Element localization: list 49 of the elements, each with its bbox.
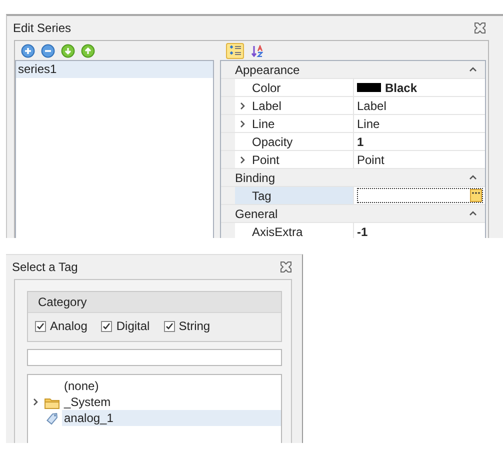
property-value: 1 <box>357 134 364 148</box>
property-name[interactable]: Label <box>235 97 354 114</box>
property-value: Label <box>357 98 386 112</box>
check-icon <box>164 322 174 330</box>
window-title: Edit Series <box>13 21 72 35</box>
add-icon[interactable] <box>21 44 35 58</box>
folder-icon <box>44 396 60 408</box>
property-value: -1 <box>357 224 368 238</box>
tree-item[interactable]: (none) <box>62 378 281 394</box>
checkbox[interactable] <box>101 320 112 332</box>
close-icon[interactable] <box>474 22 486 34</box>
property-value: Point <box>357 152 384 166</box>
category-header[interactable]: Binding <box>221 169 485 187</box>
property-name[interactable]: Tag <box>235 187 354 204</box>
checkbox[interactable] <box>35 320 46 332</box>
tree-item[interactable]: _System <box>62 394 281 410</box>
property-value: Black <box>385 80 418 94</box>
property-name[interactable]: Point <box>235 151 354 168</box>
close-icon[interactable] <box>280 261 292 273</box>
categorized-button[interactable] <box>226 42 244 58</box>
remove-icon[interactable] <box>41 44 55 58</box>
sort-button[interactable] <box>249 42 265 58</box>
ellipsis-icon <box>471 190 481 195</box>
property-name[interactable]: Color <box>235 79 354 96</box>
list-icon <box>228 44 242 56</box>
check-icon <box>102 322 112 330</box>
search-field[interactable] <box>27 349 282 366</box>
category-label: Binding <box>235 170 276 184</box>
tag-icon <box>45 411 59 425</box>
category-header[interactable]: Appearance <box>221 61 485 79</box>
category-label: Appearance <box>235 62 300 76</box>
browse-button[interactable] <box>470 189 482 202</box>
property-value: Line <box>357 116 380 130</box>
window-title: Select a Tag <box>12 260 78 274</box>
property-name[interactable]: Line <box>235 115 354 132</box>
tree-item[interactable]: analog_1 <box>62 410 281 426</box>
series-item[interactable]: series1 <box>16 61 213 78</box>
category-header[interactable]: General <box>221 205 485 223</box>
sort-icon <box>251 44 263 56</box>
checkbox-label: String <box>178 319 210 333</box>
value-field[interactable] <box>357 188 483 203</box>
property-name[interactable]: Opacity <box>235 133 354 150</box>
checkbox-label: Analog <box>50 319 88 333</box>
group-header: Category <box>28 292 281 313</box>
checkbox[interactable] <box>164 320 175 332</box>
check-icon <box>36 322 45 330</box>
property-name[interactable]: AxisExtra <box>235 223 354 238</box>
checkbox-label: Digital <box>116 319 150 333</box>
category-label: General <box>235 206 278 220</box>
